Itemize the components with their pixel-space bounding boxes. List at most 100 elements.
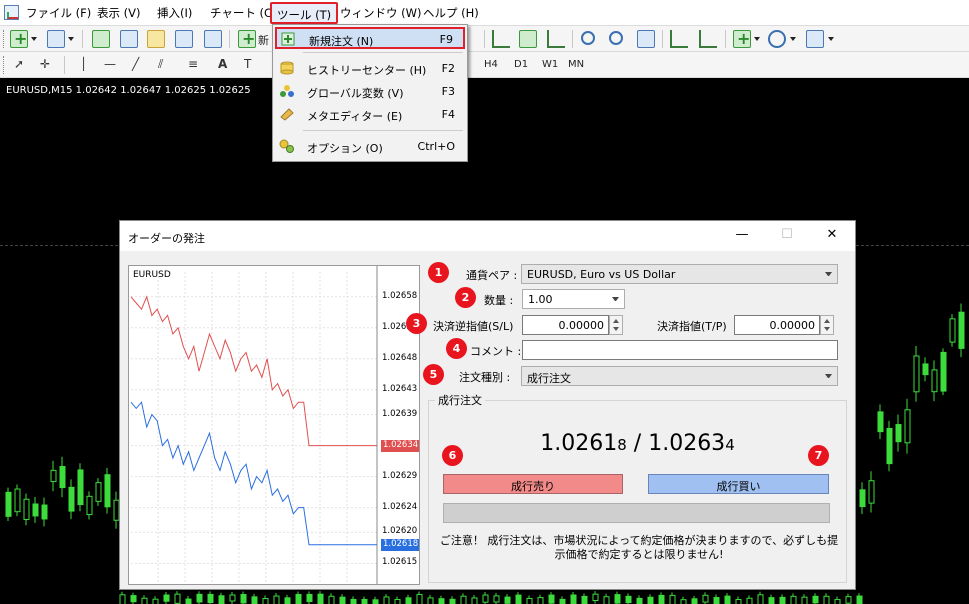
order-progress-bar xyxy=(443,503,830,523)
menu-item-label: ヒストリーセンター (H) xyxy=(307,64,427,77)
tile-windows-icon[interactable] xyxy=(637,30,655,48)
chevron-down-icon[interactable] xyxy=(828,37,834,41)
price-candle xyxy=(251,593,258,604)
menu-window[interactable]: ウィンドウ (W) xyxy=(340,5,422,21)
take-profit-label: 決済指値(T/P) xyxy=(657,320,727,333)
options-icon xyxy=(279,139,295,153)
menu-item-shortcut: F3 xyxy=(441,85,455,98)
price-candle xyxy=(735,596,742,604)
market-watch-icon[interactable] xyxy=(92,30,110,48)
price-candle xyxy=(86,491,93,520)
chevron-down-icon[interactable] xyxy=(31,37,37,41)
price-candle xyxy=(394,596,401,604)
vertical-line-icon[interactable]: │ xyxy=(80,57,87,71)
comment-input[interactable] xyxy=(522,340,838,360)
ask-line xyxy=(130,295,377,447)
bar-chart-icon[interactable] xyxy=(492,30,510,48)
zoom-in-icon[interactable] xyxy=(581,31,595,45)
volume-select[interactable]: 1.00 xyxy=(522,289,625,309)
new-order-partial-label[interactable]: 新 xyxy=(258,32,269,48)
price-candle xyxy=(515,592,522,604)
group-title: 成行注文 xyxy=(435,392,485,408)
horizontal-line-icon[interactable]: — xyxy=(104,57,116,71)
profiles-icon[interactable] xyxy=(47,30,65,48)
menu-help[interactable]: ヘルプ (H) xyxy=(423,5,479,21)
text-tool-icon[interactable]: A xyxy=(218,57,227,71)
price-candle xyxy=(50,460,57,492)
menu-insert[interactable]: 挿入(I) xyxy=(157,5,192,21)
timeframe-d1[interactable]: D1 xyxy=(514,59,528,70)
menu-item-global-variables[interactable]: グローバル変数 (V) F3 xyxy=(275,81,465,103)
price-candle xyxy=(548,592,555,604)
price-candle xyxy=(949,314,956,347)
sell-by-market-button[interactable]: 成行売り xyxy=(443,474,623,494)
take-profit-stepper[interactable] xyxy=(820,315,834,335)
timeframe-w1[interactable]: W1 xyxy=(542,59,558,70)
timeframe-mn[interactable]: MN xyxy=(568,59,584,70)
menu-item-new-order[interactable]: 新規注文 (N) F9 xyxy=(275,27,465,49)
price-candle xyxy=(95,478,102,506)
strategy-tester-icon[interactable] xyxy=(204,30,222,48)
trendline-icon[interactable]: ╱ xyxy=(132,57,139,71)
indicators-icon[interactable] xyxy=(733,29,751,48)
stop-loss-stepper[interactable] xyxy=(609,315,623,335)
cursor-icon[interactable]: ➚ xyxy=(14,57,24,71)
menu-item-shortcut: F2 xyxy=(441,62,455,75)
minimize-button[interactable]: — xyxy=(732,227,752,245)
maximize-button[interactable]: ☐ xyxy=(777,227,797,245)
symbol-select[interactable]: EURUSD, Euro vs US Dollar xyxy=(521,264,838,284)
crosshair-icon[interactable] xyxy=(120,30,138,48)
chevron-down-icon[interactable] xyxy=(790,37,796,41)
timeframe-h4[interactable]: H4 xyxy=(484,59,498,70)
order-type-select[interactable]: 成行注文 xyxy=(521,366,838,386)
price-candle xyxy=(104,467,111,514)
fibonacci-icon[interactable]: ≡ xyxy=(188,57,198,71)
price-candle xyxy=(14,484,21,517)
price-tick-label: 1.02629 xyxy=(382,470,418,481)
close-button[interactable]: ✕ xyxy=(822,227,842,245)
menu-tools[interactable]: ツール (T) xyxy=(270,2,339,24)
price-candle xyxy=(603,593,610,604)
stop-loss-input[interactable]: 0.00000 xyxy=(522,315,609,335)
auto-scroll-icon[interactable] xyxy=(670,30,688,48)
new-order-icon[interactable] xyxy=(238,29,256,48)
menu-chart[interactable]: チャート (C) xyxy=(210,5,277,21)
price-candle xyxy=(427,594,434,604)
periods-icon[interactable] xyxy=(768,30,786,48)
chevron-down-icon[interactable] xyxy=(754,37,760,41)
toolbar-grip[interactable] xyxy=(3,30,6,48)
dialog-titlebar: オーダーの発注 — ☐ ✕ xyxy=(120,221,855,251)
label-tool-icon[interactable]: T xyxy=(244,57,251,71)
chevron-down-icon xyxy=(612,297,619,301)
menu-item-options[interactable]: オプション (O) Ctrl+O xyxy=(275,136,465,158)
candlestick-icon[interactable] xyxy=(519,30,537,48)
chart-shift-icon[interactable] xyxy=(699,30,717,48)
new-chart-icon[interactable] xyxy=(10,29,28,48)
menu-view[interactable]: 表示 (V) xyxy=(97,5,141,21)
equidistant-channel-icon[interactable]: ⫽ xyxy=(158,57,163,72)
price-candle xyxy=(834,596,841,604)
zoom-out-icon[interactable] xyxy=(609,31,623,45)
price-candle xyxy=(23,493,30,526)
price-tick-label: 1.02648 xyxy=(382,352,418,363)
bid-line xyxy=(130,401,377,546)
menu-item-meta-editor[interactable]: メタエディター (E) F4 xyxy=(275,104,465,126)
chevron-down-icon[interactable] xyxy=(68,37,74,41)
price-candle xyxy=(59,456,66,498)
buy-by-market-button[interactable]: 成行買い xyxy=(648,474,829,494)
menu-file[interactable]: ファイル (F) xyxy=(26,5,91,21)
crosshair-tool-icon[interactable]: ✛ xyxy=(40,57,50,71)
line-chart-icon[interactable] xyxy=(547,30,565,48)
menu-item-history-center[interactable]: ヒストリーセンター (H) F2 xyxy=(275,58,465,80)
favorites-icon[interactable] xyxy=(147,30,165,48)
order-dialog: オーダーの発注 — ☐ ✕ EURUSD 1.02658 1.02653 1.026… xyxy=(119,220,856,590)
price-candle xyxy=(185,596,192,604)
templates-icon[interactable] xyxy=(806,30,824,48)
price-candle xyxy=(471,594,478,604)
terminal-icon[interactable] xyxy=(175,30,193,48)
price-candle xyxy=(570,591,577,604)
toolbar-grip[interactable] xyxy=(3,56,6,74)
take-profit-input[interactable]: 0.00000 xyxy=(734,315,820,335)
price-candle xyxy=(859,482,866,515)
dialog-title: オーダーの発注 xyxy=(128,232,205,245)
